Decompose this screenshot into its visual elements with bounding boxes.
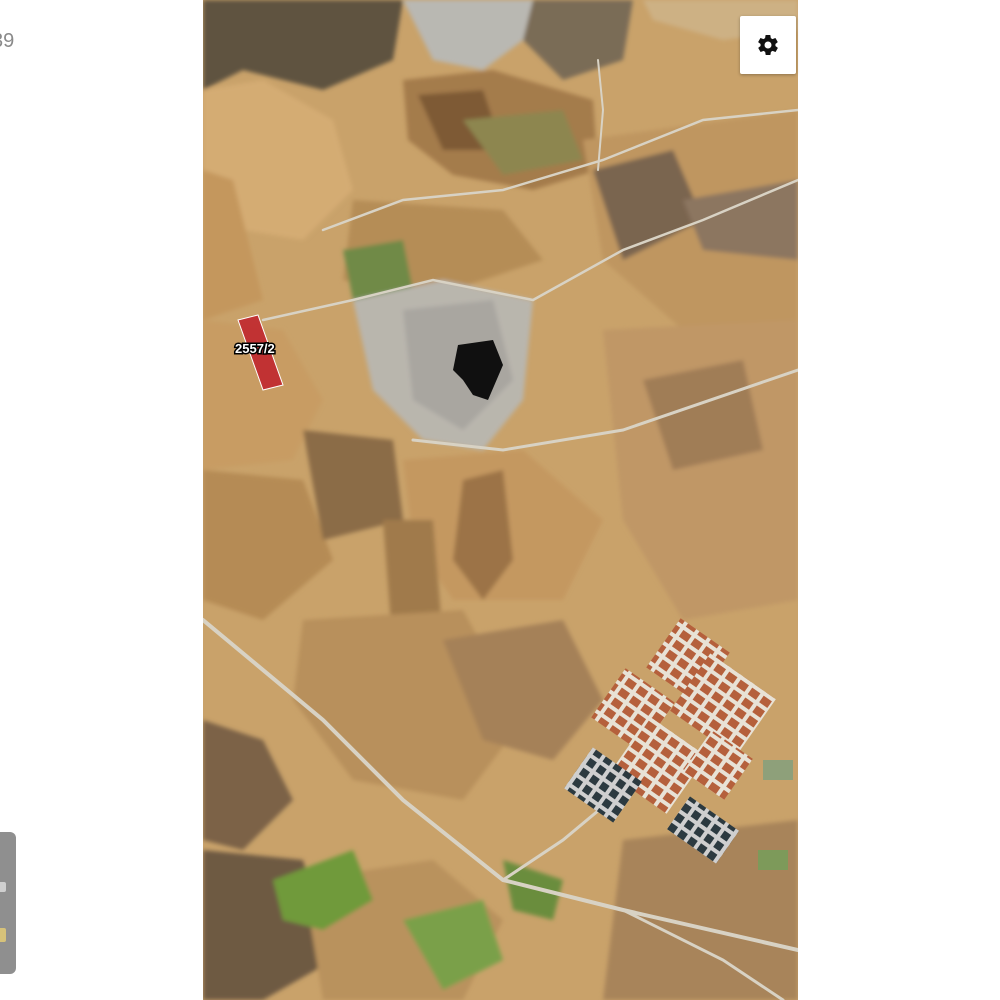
widget-layer-icon (0, 928, 6, 942)
widget-icon (0, 882, 6, 892)
gear-icon (758, 34, 778, 56)
satellite-imagery: 2557/2 (203, 0, 798, 1000)
satellite-map[interactable]: 2557/2 (203, 0, 798, 1000)
map-page: 39 (0, 0, 1000, 1000)
side-control-widget[interactable] (0, 832, 16, 974)
parcel-label: 2557/2 (235, 341, 275, 356)
side-panel-partial-text: 39 (0, 30, 15, 52)
settings-button[interactable] (740, 16, 796, 74)
